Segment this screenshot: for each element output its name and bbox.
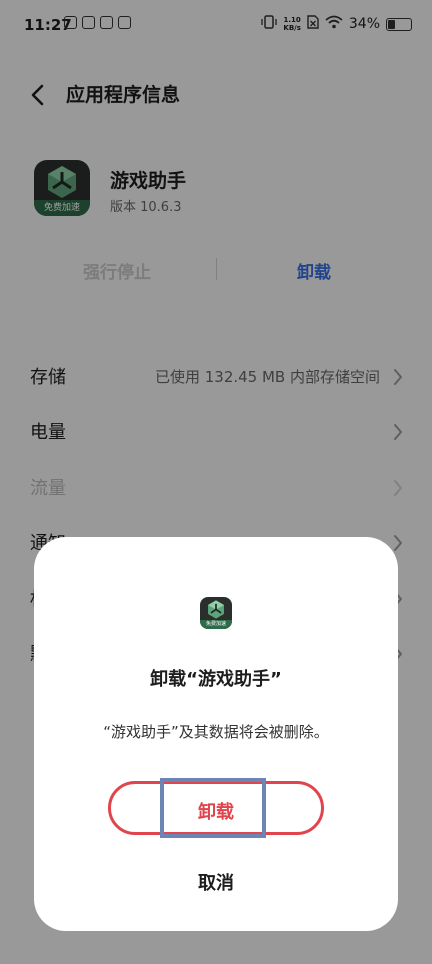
hexagon-logo-icon [208,600,224,619]
uninstall-dialog: 免费加速 卸载“游戏助手” “游戏助手”及其数据将会被删除。 卸载 取消 [34,537,398,931]
confirm-uninstall-label: 卸载 [198,802,234,823]
dialog-title: 卸载“游戏助手” [150,669,282,690]
cancel-button[interactable]: 取消 [166,869,266,895]
dialog-app-icon-badge: 免费加速 [200,620,232,629]
dialog-app-icon: 免费加速 [200,597,232,629]
confirm-uninstall-button[interactable]: 卸载 [108,778,324,838]
dialog-message: “游戏助手”及其数据将会被删除。 [103,723,329,741]
